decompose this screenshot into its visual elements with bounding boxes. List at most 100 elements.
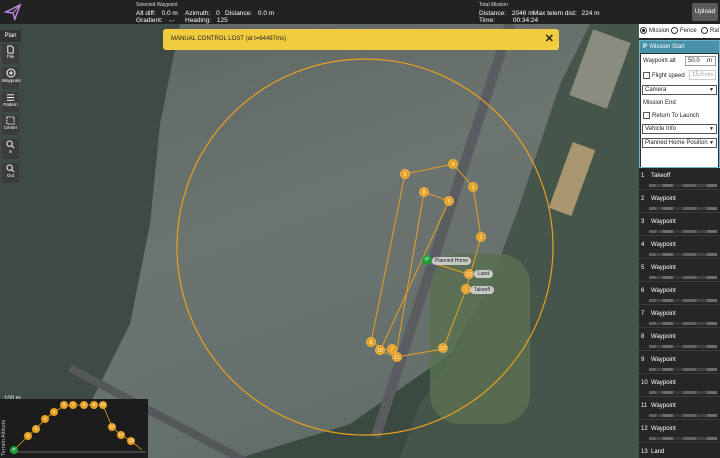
list-item[interactable]: 2 Waypoint [639, 190, 720, 213]
list-item[interactable]: 12 Waypoint [639, 420, 720, 443]
gradient-label: Gradient: [136, 17, 163, 24]
chevron-down-icon: ▼ [709, 126, 714, 132]
max-telem-label: Max telem dist: [533, 9, 577, 17]
qgc-logo-icon[interactable] [4, 3, 22, 21]
list-item[interactable]: 11 Waypoint [639, 397, 720, 420]
waypoint-tool-label: Waypoint [2, 78, 21, 83]
camera-dropdown[interactable]: Camera ▼ [642, 85, 717, 95]
item-number: 5 [641, 265, 645, 271]
max-telem-stat: Max telem dist: 224 m [533, 10, 600, 18]
chevron-down-icon: ▼ [709, 87, 714, 93]
flight-speed-label: Flight speed [652, 73, 685, 80]
mission-start-header[interactable]: P Mission Start [640, 41, 719, 53]
zoom-out-icon [6, 164, 15, 173]
mission-item-list: 1 Takeoff 2 Waypoint 3 Waypoint 4 Waypoint 5… [639, 167, 720, 458]
item-label: Waypoint [651, 219, 676, 225]
item-number: 12 [641, 426, 648, 432]
terrain-marker-11: 11 [108, 423, 116, 431]
return-to-launch-label: Return To Launch [652, 113, 700, 120]
item-label: Waypoint [651, 357, 676, 363]
center-tool-button[interactable]: Center [2, 115, 19, 135]
total-mission-title: Total Mission [479, 2, 508, 8]
mission-panel: Mission Fence Ral P Mission Start Waypoin… [639, 24, 720, 458]
waypoint-marker-13[interactable]: 13 [464, 269, 474, 279]
list-item[interactable]: 4 Waypoint [639, 236, 720, 259]
heading-value: 125 [216, 17, 228, 24]
list-item[interactable]: 9 Waypoint [639, 351, 720, 374]
terrain-marker-7: 7 [69, 401, 77, 409]
terrain-marker-10: 10 [99, 401, 107, 409]
waypoint-marker-5[interactable]: 5 [400, 169, 410, 179]
item-altitude-strip [649, 414, 717, 417]
waypoint-alt-input[interactable]: 50.0 m [685, 56, 716, 66]
zoom-out-button[interactable]: Out [2, 163, 19, 183]
item-label: Takeoff [651, 173, 671, 179]
list-item[interactable]: 7 Waypoint [639, 305, 720, 328]
planned-home-dropdown[interactable]: Planned Home Position ▼ [642, 138, 717, 148]
warning-banner: MANUAL CONTROL LOST (at t=64497ms) ✕ [163, 29, 559, 50]
camera-label: Camera [645, 87, 667, 93]
fence-radio-icon [671, 27, 678, 34]
tab-mission[interactable]: Mission [640, 27, 669, 34]
return-to-launch-row: Return To Launch [643, 112, 699, 119]
alt-diff-value: 0.0 m [161, 9, 178, 17]
waypoint-marker-10[interactable]: 10 [375, 345, 385, 355]
terrain-marker-13: 13 [127, 437, 135, 445]
tab-rally[interactable]: Ral [701, 27, 719, 34]
list-item[interactable]: 13 Land [639, 443, 720, 458]
item-number: 4 [641, 242, 645, 248]
waypoint-marker-2[interactable]: 2 [476, 232, 486, 242]
zoom-in-button[interactable]: In [2, 139, 19, 159]
item-altitude-strip [649, 184, 717, 187]
max-telem-value: 224 m [581, 9, 600, 17]
home-p-icon: P [643, 44, 648, 50]
terrain-marker-6: 6 [60, 401, 68, 409]
close-icon[interactable]: ✕ [545, 32, 554, 45]
vehicle-info-label: Vehicle Info [645, 126, 677, 132]
total-distance-label: Distance: [479, 9, 507, 17]
waypoint-marker-11[interactable]: 11 [392, 352, 402, 362]
mission-radio-icon [640, 27, 647, 34]
list-item[interactable]: 3 Waypoint [639, 213, 720, 236]
list-item[interactable]: 10 Waypoint [639, 374, 720, 397]
planned-home-marker[interactable]: P [422, 255, 432, 265]
flight-speed-row: Flight speed [643, 72, 685, 79]
list-item[interactable]: 8 Waypoint [639, 328, 720, 351]
item-label: Waypoint [651, 403, 676, 409]
flight-speed-checkbox[interactable] [643, 72, 650, 79]
waypoint-marker-12[interactable]: 12 [438, 343, 448, 353]
pattern-icon [6, 94, 15, 101]
list-item[interactable]: 5 Waypoint [639, 259, 720, 282]
terrain-marker-3: 3 [32, 425, 40, 433]
tab-fence[interactable]: Fence [671, 27, 697, 34]
flight-speed-input[interactable]: 15.0 m/s [689, 70, 716, 80]
return-to-launch-checkbox[interactable] [643, 112, 650, 119]
waypoint-marker-6[interactable]: 6 [366, 337, 376, 347]
item-number: 9 [641, 357, 645, 363]
pattern-tool-button[interactable]: Pattern [2, 92, 19, 112]
map-view[interactable]: 100 m [0, 24, 720, 458]
zoom-in-icon [6, 140, 15, 149]
waypoint-marker-3[interactable]: 3 [468, 182, 478, 192]
waypoint-marker-9[interactable]: 9 [444, 196, 454, 206]
waypoint-tool-button[interactable]: Waypoint [2, 67, 21, 89]
list-item[interactable]: 1 Takeoff [639, 167, 720, 190]
selected-waypoint-stats: Selected Waypoint Alt diff: 0.0 m Gradie… [136, 2, 178, 25]
upload-button[interactable]: Upload [692, 3, 718, 21]
rally-radio-icon [701, 27, 708, 34]
tab-fence-label: Fence [680, 27, 697, 34]
list-item[interactable]: 6 Waypoint [639, 282, 720, 305]
flight-speed-unit: m/s [704, 72, 713, 78]
waypoint-marker-4[interactable]: 4 [448, 159, 458, 169]
item-number: 13 [641, 449, 648, 455]
item-number: 6 [641, 288, 645, 294]
distance-stat: Distance: 0.0 m [225, 10, 274, 18]
vehicle-info-dropdown[interactable]: Vehicle Info ▼ [642, 124, 717, 134]
center-icon [6, 116, 15, 125]
waypoint-alt-unit: m [707, 58, 712, 64]
item-label: Waypoint [651, 242, 676, 248]
file-tool-button[interactable]: File [2, 44, 19, 64]
file-icon [7, 45, 14, 54]
waypoint-marker-1[interactable]: 1 [461, 284, 471, 294]
waypoint-marker-8[interactable]: 8 [419, 187, 429, 197]
